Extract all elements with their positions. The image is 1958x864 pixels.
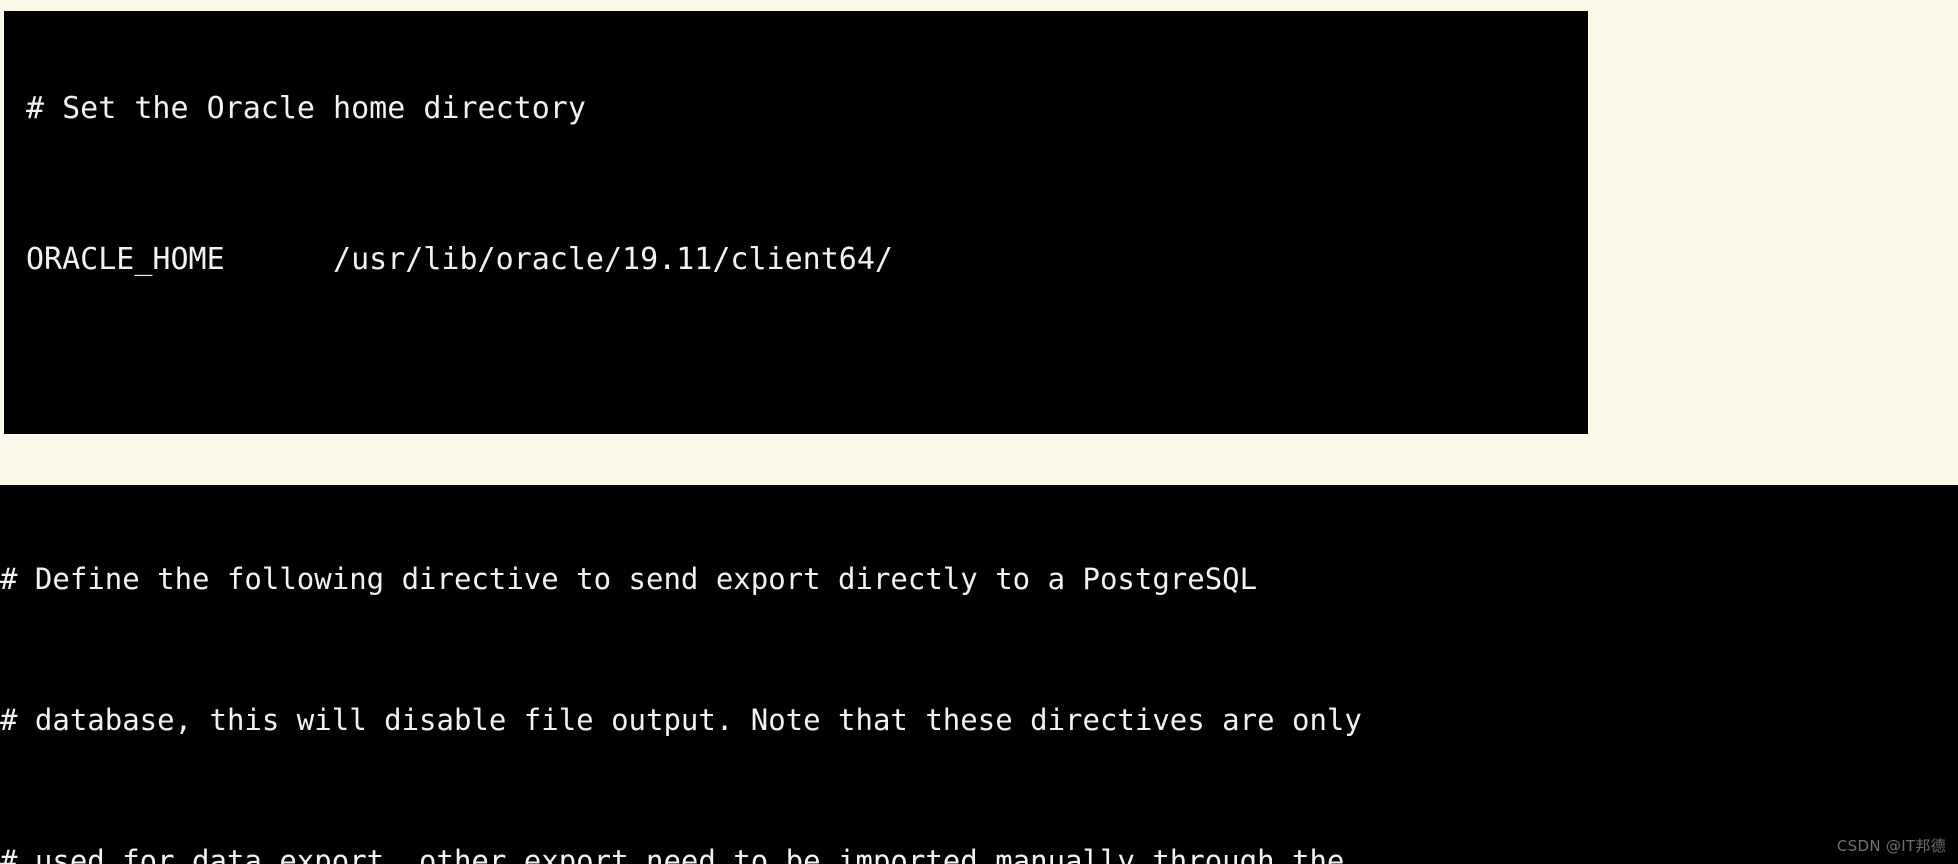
oracle-config-terminal[interactable]: # Set the Oracle home directory ORACLE_H…: [4, 11, 1588, 434]
oracle-config-code: # Set the Oracle home directory ORACLE_H…: [26, 33, 1588, 434]
code-line: ORACLE_HOME /usr/lib/oracle/19.11/client…: [26, 242, 893, 277]
screenshot-root: ········· # Set the Oracle home director…: [0, 0, 1958, 864]
code-line: # Set the Oracle home directory: [26, 90, 586, 126]
csdn-watermark: CSDN @IT邦德: [1836, 837, 1946, 855]
code-line: # used for data export, other export nee…: [0, 844, 1345, 864]
code-line: # Define the following directive to send…: [0, 562, 1258, 596]
postgres-config-code: # Define the following directive to send…: [0, 509, 1958, 864]
top-partial-panel: ·········: [1596, 0, 1958, 13]
code-line: # database, this will disable file outpu…: [0, 703, 1362, 737]
postgres-config-terminal[interactable]: # Define the following directive to send…: [0, 485, 1958, 864]
top-partial-panel-text: ·········: [1610, 0, 1647, 6]
